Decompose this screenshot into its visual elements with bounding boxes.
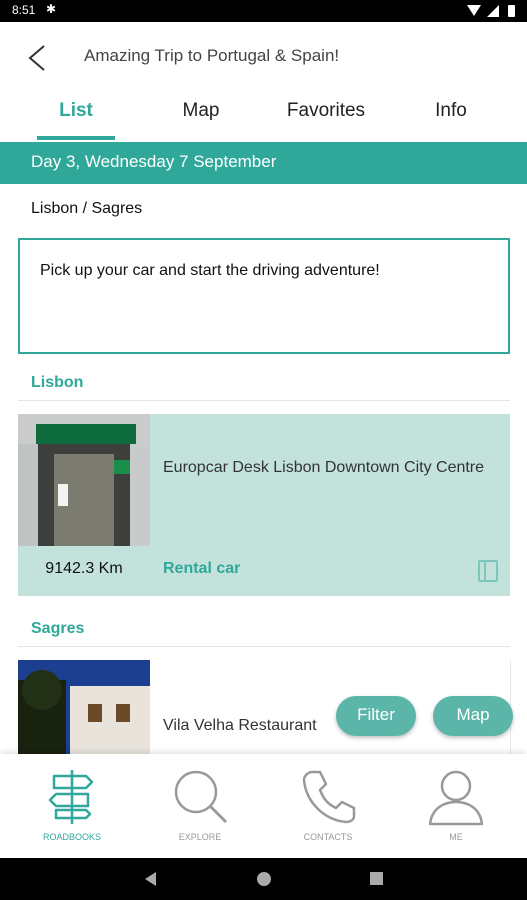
filter-button[interactable]: Filter [336, 696, 416, 736]
tab-favorites[interactable]: Favorites [260, 90, 392, 142]
section-divider [18, 646, 510, 647]
poi-distance: 9142.3 Km [45, 560, 123, 577]
section-divider [18, 400, 510, 401]
nav-roadbooks[interactable]: ROADBOOKS [6, 754, 138, 858]
day-banner: Day 3, Wednesday 7 September [0, 142, 527, 184]
cell-signal-icon [487, 5, 499, 17]
settings-gear-icon: ✱ [46, 2, 57, 16]
poi-photo-vila-velha [18, 660, 150, 754]
map-button[interactable]: Map [433, 696, 513, 736]
signpost-icon [48, 770, 94, 824]
section-header-lisbon: Lisbon [31, 374, 84, 391]
nav-label: ROADBOOKS [42, 832, 101, 842]
route-label: Lisbon / Sagres [31, 200, 143, 217]
battery-icon [508, 5, 515, 17]
tab-info[interactable]: Info [385, 90, 517, 142]
back-arrow-icon [28, 45, 45, 71]
section-header-sagres: Sagres [31, 620, 85, 637]
status-bar: 8:51 ✱ [0, 0, 527, 22]
app-header: Amazing Trip to Portugal & Spain! List M… [0, 22, 527, 142]
status-time: 8:51 [12, 3, 36, 17]
nav-label: CONTACTS [303, 832, 353, 842]
search-icon [174, 770, 228, 824]
tab-list[interactable]: List [10, 90, 142, 142]
system-home-icon[interactable] [257, 872, 271, 886]
tab-map[interactable]: Map [135, 90, 267, 142]
system-nav-bar [0, 858, 527, 900]
nav-explore[interactable]: EXPLORE [134, 754, 266, 858]
active-tab-indicator [37, 136, 115, 140]
user-icon [428, 770, 484, 826]
poi-category: Rental car [163, 560, 241, 577]
nav-label: ME [449, 832, 463, 842]
roadbook-bookmark-icon[interactable] [478, 560, 498, 582]
back-button[interactable] [20, 40, 56, 76]
phone-icon [302, 770, 356, 824]
wifi-icon [467, 5, 481, 16]
poi-card-europcar[interactable]: Europcar Desk Lisbon Downtown City Centr… [18, 414, 510, 596]
nav-me[interactable]: ME [390, 754, 522, 858]
bottom-navigation: ROADBOOKS EXPLORE CONTACTS ME [0, 754, 527, 858]
tab-bar: List Map Favorites Info [0, 90, 527, 142]
nav-label: EXPLORE [178, 832, 222, 842]
system-back-icon[interactable] [145, 872, 156, 886]
system-recents-icon[interactable] [370, 872, 383, 885]
day-note: Pick up your car and start the driving a… [18, 238, 510, 354]
page-title: Amazing Trip to Portugal & Spain! [84, 46, 340, 65]
poi-photo-europcar [18, 414, 150, 546]
nav-contacts[interactable]: CONTACTS [262, 754, 394, 858]
poi-name: Europcar Desk Lisbon Downtown City Centr… [163, 459, 485, 476]
